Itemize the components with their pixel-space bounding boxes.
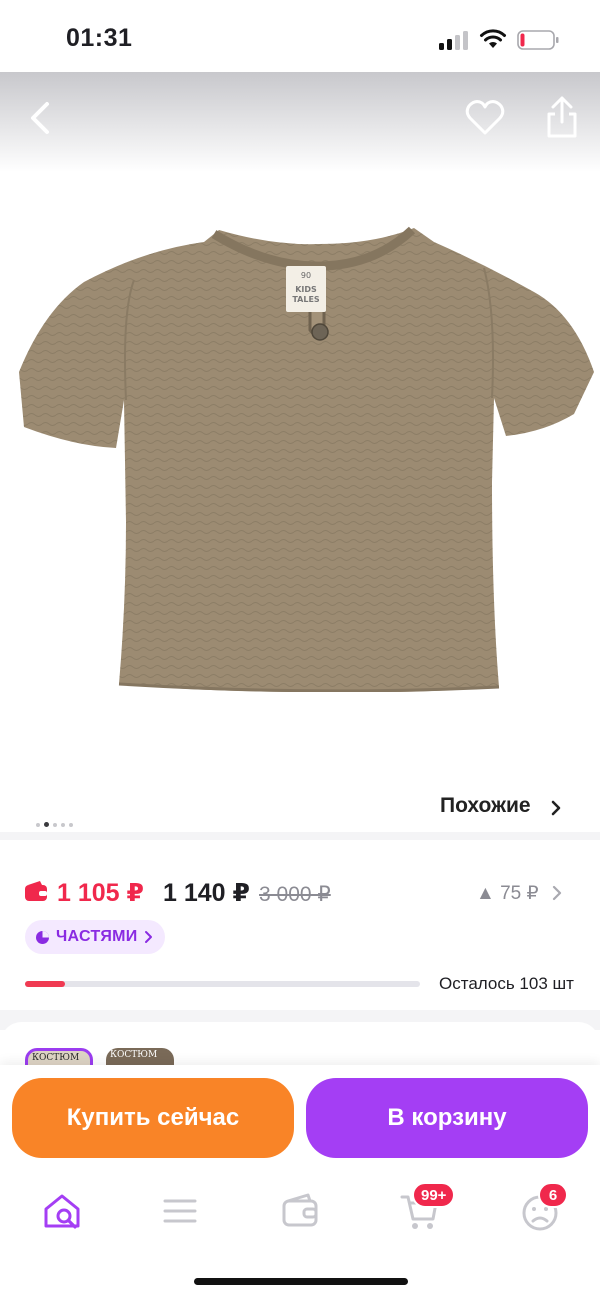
pagination-dot: [69, 822, 73, 827]
hero-top-gradient: [0, 72, 600, 172]
price-card: 1 105 ₽ 1 140 ₽ 3 000 ₽ ▲ 75 ₽ ЧАСТЯМИ О…: [0, 840, 600, 1010]
chevron-right-icon[interactable]: [551, 884, 563, 902]
chevron-right-icon[interactable]: [549, 799, 563, 817]
installments-button[interactable]: ЧАСТЯМИ: [25, 920, 165, 954]
pagination-dot: [44, 822, 49, 828]
variant-label: КОСТЮМ: [32, 1053, 80, 1063]
wifi-icon: [480, 29, 506, 48]
pagination-dot: [36, 822, 40, 827]
status-time: 01:31: [66, 24, 133, 52]
stock-progress-fill: [25, 981, 65, 987]
cellular-signal-icon: [439, 31, 469, 50]
card-price: 1 105 ₽: [57, 879, 144, 907]
shirt-brand-line-2: TALES: [292, 295, 320, 304]
share-button[interactable]: [541, 94, 583, 140]
section-divider: [0, 832, 600, 840]
cart-count-badge: 99+: [412, 1182, 456, 1208]
old-price: 3 000 ₽: [259, 883, 331, 906]
variant-label: КОСТЮМ: [110, 1050, 158, 1060]
installments-label: ЧАСТЯМИ: [56, 928, 138, 945]
menu-icon[interactable]: [158, 1189, 202, 1233]
pagination-dot: [61, 822, 65, 827]
stock-remaining: Осталось 103 шт: [439, 974, 574, 993]
shirt-size-label: 90: [301, 271, 311, 280]
status-bar: 01:31: [0, 0, 600, 76]
wallet-icon[interactable]: [278, 1189, 322, 1233]
shirt-brand-line-1: KIDS: [295, 285, 317, 294]
chevron-right-icon: [144, 931, 152, 943]
price-change[interactable]: ▲ 75 ₽: [476, 882, 539, 905]
back-button[interactable]: [22, 96, 62, 140]
card-wallet-icon: [25, 881, 47, 901]
gallery-pagination: [36, 816, 77, 828]
product-gallery[interactable]: 90 KIDS TALES Похожие: [0, 72, 600, 832]
purchase-actions: Купить сейчас В корзину: [0, 1065, 600, 1175]
stock-progress-bar: [25, 981, 420, 987]
product-image: 90 KIDS TALES: [19, 226, 594, 692]
profile-notification-badge: 6: [538, 1182, 568, 1208]
battery-icon: [517, 30, 559, 50]
home-indicator: [194, 1278, 408, 1285]
home-search-icon[interactable]: [40, 1189, 84, 1233]
pagination-dot: [53, 822, 57, 827]
price: 1 140 ₽: [163, 879, 250, 907]
pie-chart-icon: [36, 930, 49, 944]
similar-link[interactable]: Похожие: [440, 794, 531, 818]
favorite-button[interactable]: [464, 98, 506, 138]
buy-now-button[interactable]: Купить сейчас: [12, 1078, 294, 1158]
add-to-cart-button[interactable]: В корзину: [306, 1078, 588, 1158]
